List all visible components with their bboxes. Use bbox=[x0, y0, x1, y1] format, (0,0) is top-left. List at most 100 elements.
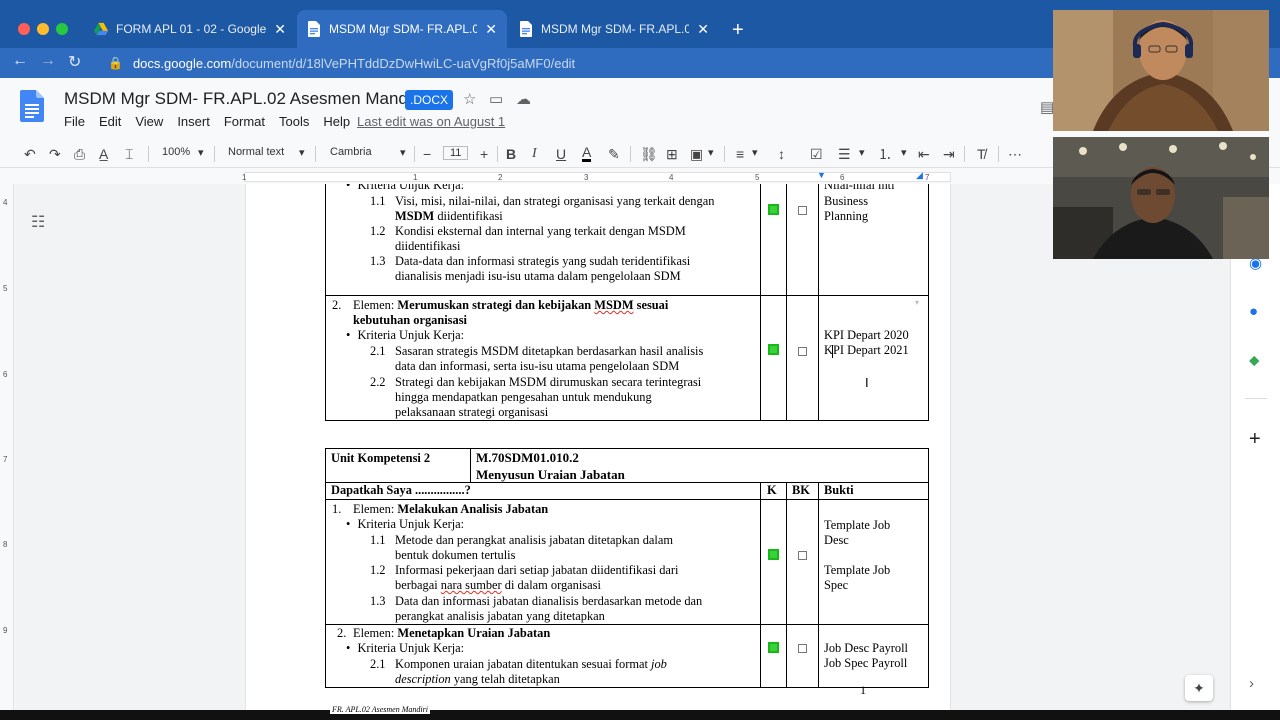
print-icon[interactable]: ⎙ bbox=[74, 145, 85, 163]
lock-icon[interactable]: 🔒 bbox=[108, 56, 123, 70]
unit-title-cell[interactable]: M.70SDM01.010.2 Menyusun Uraian Jabatan bbox=[470, 448, 929, 483]
bukti-cell[interactable]: ▾ KPI Depart 2020 KPI Depart 2021 I bbox=[818, 295, 929, 421]
back-arrow-icon[interactable]: ← bbox=[12, 52, 28, 70]
document-outline-icon[interactable]: ☷ bbox=[31, 212, 45, 232]
reload-icon[interactable]: ↻ bbox=[68, 52, 81, 72]
bk-cell[interactable] bbox=[786, 295, 819, 421]
numbered-list-icon[interactable]: ⒈ bbox=[878, 145, 892, 163]
decrease-font-size-icon[interactable]: − bbox=[423, 145, 431, 163]
menu-help[interactable]: Help bbox=[323, 114, 350, 129]
close-tab-icon[interactable]: ✕ bbox=[485, 21, 497, 38]
k-checkbox[interactable] bbox=[768, 642, 779, 653]
document-title[interactable]: MSDM Mgr SDM- FR.APL.02 Asesmen Mandiri bbox=[64, 89, 421, 109]
redo-icon[interactable]: ↷ bbox=[49, 145, 61, 163]
zoom-select[interactable]: 100% bbox=[162, 146, 190, 158]
google-docs-logo-icon[interactable] bbox=[20, 90, 44, 122]
criteria-cell[interactable]: 2. Elemen: Menetapkan Uraian Jabatan • K… bbox=[325, 624, 761, 688]
bukti-header-cell[interactable]: Bukti bbox=[818, 482, 929, 500]
last-edit-link[interactable]: Last edit was on August 1 bbox=[357, 114, 505, 129]
browser-tab-3[interactable]: MSDM Mgr SDM- FR.APL.01 P ✕ bbox=[509, 10, 719, 48]
indent-marker-icon[interactable]: ▼ bbox=[817, 170, 826, 180]
document-page[interactable]: • Kriteria Unjuk Kerja: 1.1 Visi, misi, … bbox=[245, 184, 951, 710]
font-select[interactable]: Cambria bbox=[330, 146, 372, 158]
menu-view[interactable]: View bbox=[135, 114, 163, 129]
menu-insert[interactable]: Insert bbox=[177, 114, 210, 129]
close-tab-icon[interactable]: ✕ bbox=[274, 21, 286, 38]
element-title: Elemen: Merumuskan strategi dan kebijaka… bbox=[353, 298, 669, 312]
maps-icon[interactable]: ⬥ bbox=[1249, 352, 1260, 369]
k-cell[interactable] bbox=[760, 184, 787, 296]
insert-image-icon[interactable]: ▣ bbox=[690, 145, 703, 163]
spellcheck-icon[interactable]: A̲ bbox=[99, 145, 108, 163]
menu-edit[interactable]: Edit bbox=[99, 114, 121, 129]
chevron-right-icon[interactable]: › bbox=[1249, 675, 1254, 692]
k-cell[interactable] bbox=[760, 295, 787, 421]
move-folder-icon[interactable]: ▭ bbox=[489, 90, 503, 108]
paint-format-icon[interactable]: ⌶ bbox=[125, 145, 133, 163]
bold-icon[interactable]: B bbox=[506, 145, 516, 163]
cloud-status-icon[interactable]: ☁ bbox=[516, 90, 531, 108]
bukti-cell[interactable]: Template Job Desc Template Job Spec bbox=[818, 499, 929, 625]
minimize-window-button[interactable] bbox=[37, 23, 49, 35]
insert-link-icon[interactable]: ⛓ bbox=[640, 145, 658, 163]
add-comment-icon[interactable]: ⊞ bbox=[666, 145, 678, 163]
close-window-button[interactable] bbox=[18, 23, 30, 35]
menu-format[interactable]: Format bbox=[224, 114, 265, 129]
cell-menu-icon[interactable]: ▾ bbox=[915, 298, 919, 307]
browser-tab-2[interactable]: MSDM Mgr SDM- FR.APL.02 A ✕ bbox=[297, 10, 507, 48]
line-spacing-icon[interactable]: ↕ bbox=[778, 145, 785, 163]
explore-button[interactable]: ✦ bbox=[1185, 675, 1213, 701]
align-icon[interactable]: ≡ bbox=[736, 145, 744, 163]
bukti-cell[interactable]: Job Desc Payroll Job Spec Payroll bbox=[818, 624, 929, 688]
bk-checkbox[interactable] bbox=[798, 347, 807, 356]
bk-header-cell[interactable]: BK bbox=[786, 482, 819, 500]
font-size-input[interactable]: 11 bbox=[443, 146, 469, 160]
undo-icon[interactable]: ↶ bbox=[24, 145, 36, 163]
paragraph-style-select[interactable]: Normal text bbox=[228, 146, 284, 158]
add-addon-icon[interactable]: + bbox=[1249, 428, 1261, 451]
text-color-icon[interactable]: A bbox=[582, 145, 592, 162]
close-tab-icon[interactable]: ✕ bbox=[697, 21, 709, 38]
browser-tab-1[interactable]: FORM APL 01 - 02 - Google Dr ✕ bbox=[84, 10, 296, 48]
criteria-cell[interactable]: 2. Elemen: Merumuskan strategi dan kebij… bbox=[325, 295, 761, 421]
bk-cell[interactable] bbox=[786, 184, 819, 296]
document-canvas[interactable]: ☷ • Kriteria Unjuk Kerja: 1.1 Visi, misi… bbox=[15, 184, 1230, 710]
increase-indent-icon[interactable]: ⇥ bbox=[943, 145, 955, 163]
url-omnibox[interactable]: 🔒 docs.google.com/document/d/18lVePHTddD… bbox=[98, 50, 1053, 76]
underline-icon[interactable]: U bbox=[556, 145, 566, 163]
highlight-color-icon[interactable]: ✎ bbox=[608, 145, 620, 163]
k-header-cell[interactable]: K bbox=[760, 482, 787, 500]
italic-icon[interactable]: I bbox=[532, 145, 537, 163]
bukti-cell[interactable]: Nilai-nilai inti Business Planning bbox=[818, 184, 929, 296]
decrease-indent-icon[interactable]: ⇤ bbox=[918, 145, 930, 163]
k-cell[interactable] bbox=[760, 624, 787, 688]
right-indent-marker-icon[interactable]: ◢ bbox=[916, 170, 923, 181]
vertical-ruler[interactable]: 4 5 6 7 8 9 bbox=[0, 184, 14, 720]
k-checkbox[interactable] bbox=[768, 204, 779, 215]
bk-cell[interactable] bbox=[786, 624, 819, 688]
bulleted-list-icon[interactable]: ☰ bbox=[838, 145, 851, 163]
bk-cell[interactable] bbox=[786, 499, 819, 625]
menu-tools[interactable]: Tools bbox=[279, 114, 309, 129]
bk-checkbox[interactable] bbox=[798, 551, 807, 560]
k-cell[interactable] bbox=[760, 499, 787, 625]
forward-arrow-icon[interactable]: → bbox=[40, 52, 56, 70]
new-tab-button[interactable]: + bbox=[732, 18, 744, 42]
unit-label-cell[interactable]: Unit Kompetensi 2 bbox=[325, 448, 471, 483]
question-cell[interactable]: Dapatkah Saya ................? bbox=[325, 482, 761, 500]
increase-font-size-icon[interactable]: + bbox=[480, 145, 488, 163]
bk-checkbox[interactable] bbox=[798, 644, 807, 653]
horizontal-ruler[interactable]: 1 1 2 3 4 5 6 7 ▼ ◢ bbox=[0, 168, 1053, 184]
contacts-icon[interactable]: ● bbox=[1249, 303, 1258, 320]
checklist-icon[interactable]: ☑ bbox=[810, 145, 823, 163]
star-icon[interactable]: ☆ bbox=[463, 90, 476, 108]
menu-file[interactable]: File bbox=[64, 114, 85, 129]
k-checkbox[interactable] bbox=[768, 549, 779, 560]
criteria-cell[interactable]: • Kriteria Unjuk Kerja: 1.1 Visi, misi, … bbox=[325, 184, 761, 296]
clear-formatting-icon[interactable]: T̸ bbox=[977, 145, 986, 163]
k-checkbox[interactable] bbox=[768, 344, 779, 355]
bk-checkbox[interactable] bbox=[798, 206, 807, 215]
more-options-icon[interactable]: ⋯ bbox=[1008, 145, 1022, 163]
maximize-window-button[interactable] bbox=[56, 23, 68, 35]
criteria-cell[interactable]: 1. Elemen: Melakukan Analisis Jabatan • … bbox=[325, 499, 761, 625]
